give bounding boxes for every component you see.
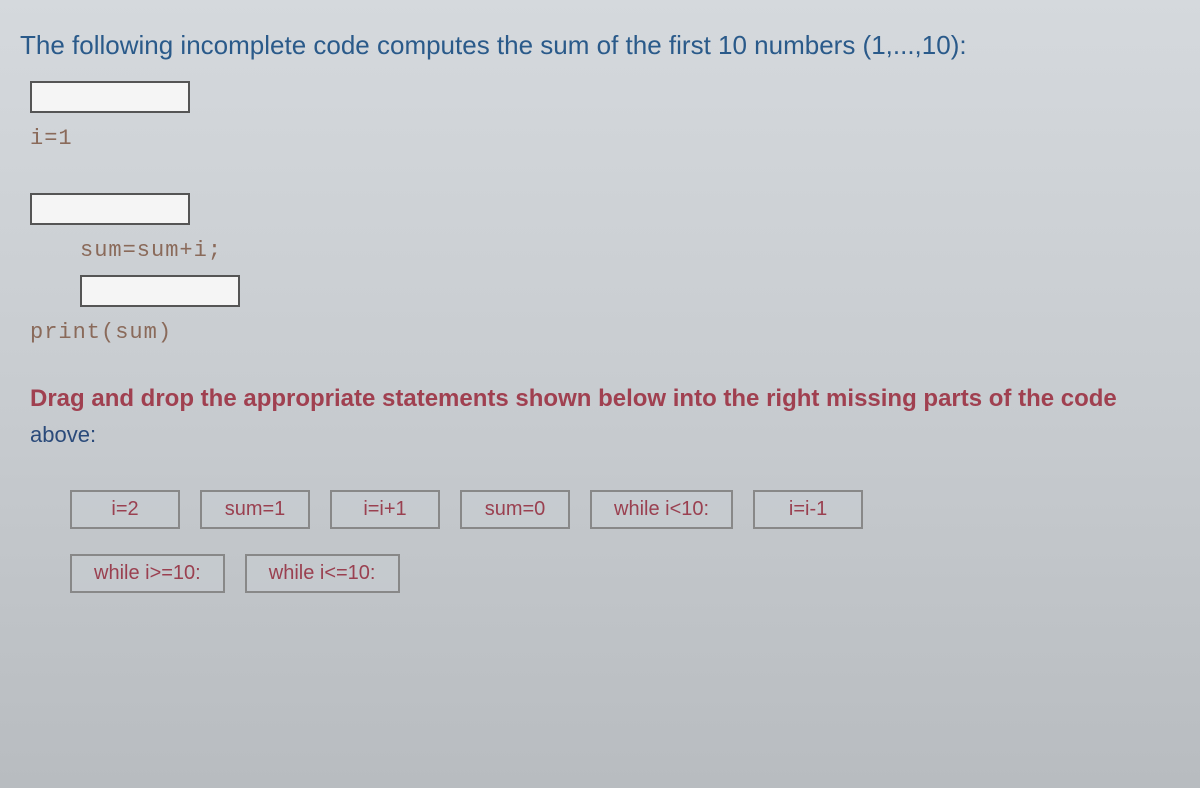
- code-line-1: i=1: [30, 126, 1180, 151]
- instruction-sub: above:: [30, 420, 1170, 451]
- code-block: i=1 sum=sum+i; print(sum): [0, 81, 1200, 367]
- option-sum-equals-1[interactable]: sum=1: [200, 490, 310, 529]
- instruction: Drag and drop the appropriate statements…: [0, 367, 1200, 460]
- option-i-equals-2[interactable]: i=2: [70, 490, 180, 529]
- drop-slot-2[interactable]: [30, 193, 190, 225]
- drop-slot-1[interactable]: [30, 81, 190, 113]
- drop-slot-3[interactable]: [80, 275, 240, 307]
- option-while-lte-10[interactable]: while i<=10:: [245, 554, 400, 593]
- code-line-3: print(sum): [30, 320, 1180, 345]
- option-sum-equals-0[interactable]: sum=0: [460, 490, 570, 529]
- option-i-minus-1[interactable]: i=i-1: [753, 490, 863, 529]
- options-row-1: i=2 sum=1 i=i+1 sum=0 while i<10: i=i-1: [70, 490, 1170, 529]
- option-while-gte-10[interactable]: while i>=10:: [70, 554, 225, 593]
- instruction-main: Drag and drop the appropriate statements…: [30, 385, 1117, 412]
- options-area: i=2 sum=1 i=i+1 sum=0 while i<10: i=i-1 …: [0, 460, 1200, 628]
- question-prompt: The following incomplete code computes t…: [0, 0, 1200, 81]
- option-while-lt-10[interactable]: while i<10:: [590, 490, 733, 529]
- options-row-2: while i>=10: while i<=10:: [70, 554, 1170, 593]
- code-line-2: sum=sum+i;: [80, 238, 1180, 263]
- option-i-plus-1[interactable]: i=i+1: [330, 490, 440, 529]
